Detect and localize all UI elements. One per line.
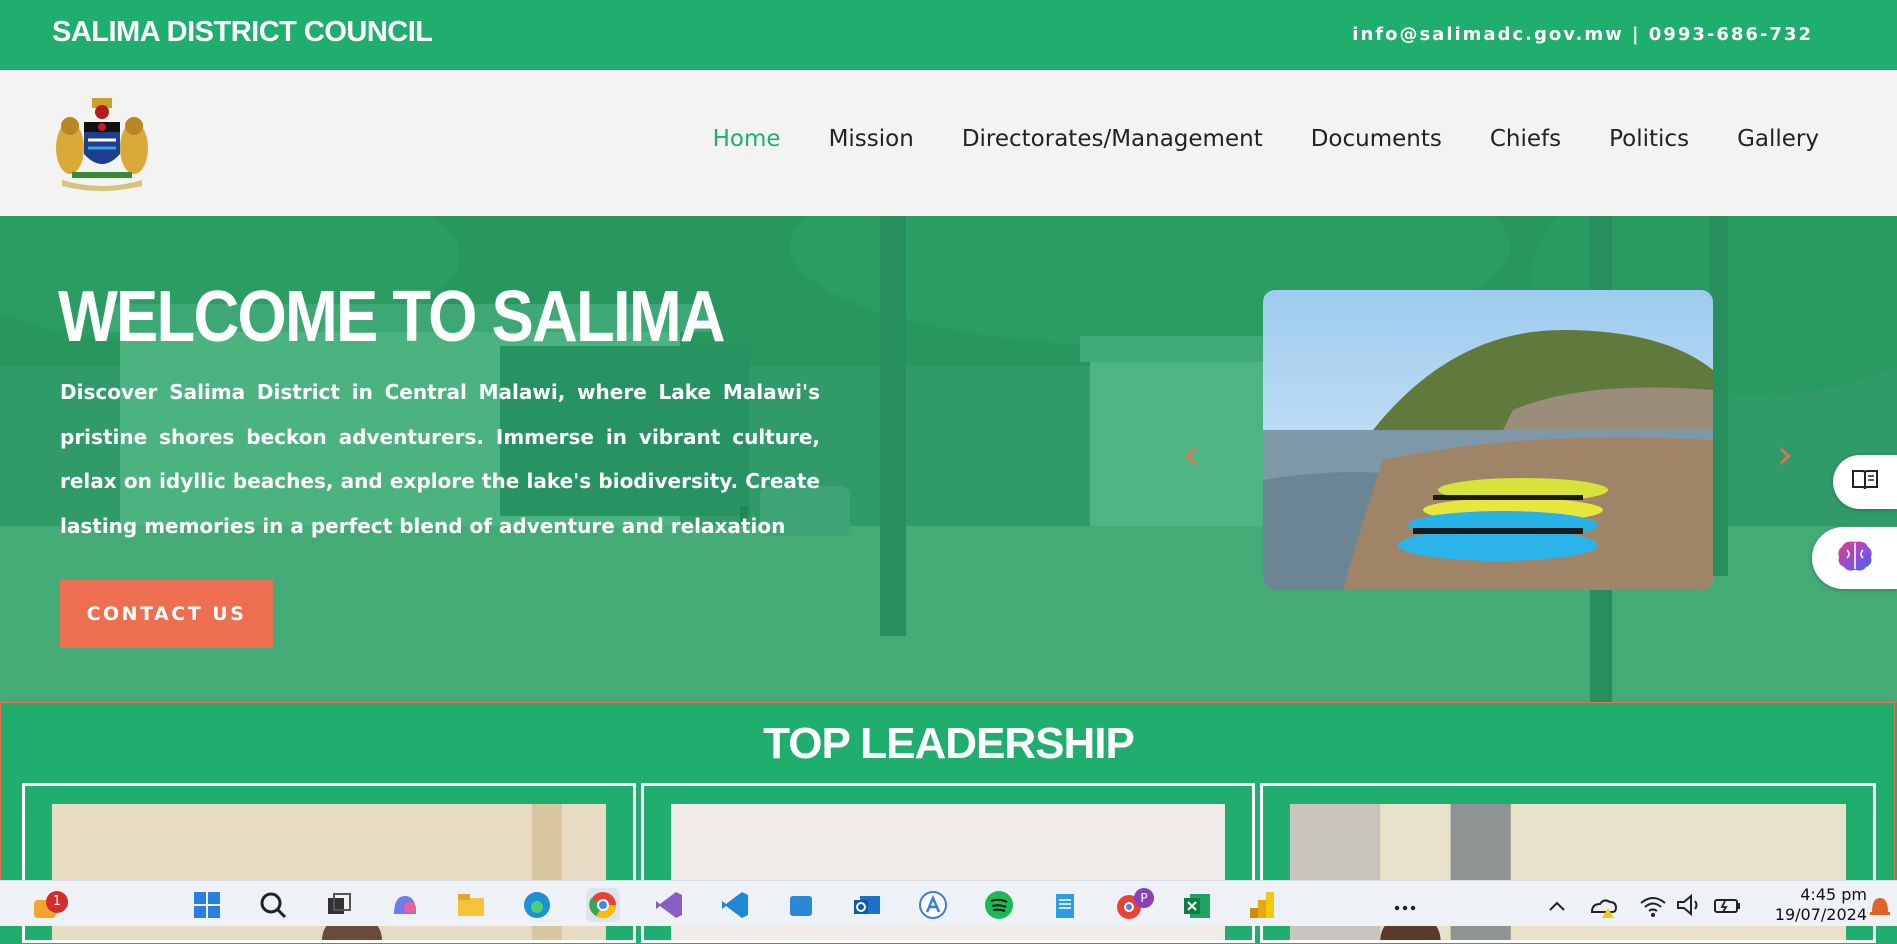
nav-home[interactable]: Home: [713, 126, 781, 152]
hero-title: WELCOME TO SALIMA: [58, 277, 726, 357]
nav-politics[interactable]: Politics: [1609, 126, 1689, 152]
carousel-next-arrow[interactable]: ›: [1768, 434, 1802, 476]
contact-us-button[interactable]: CONTACT US: [60, 580, 273, 648]
chevron-up-icon[interactable]: [1540, 888, 1574, 922]
clock-time: 4:45 pm: [1800, 885, 1867, 904]
search-icon[interactable]: [256, 888, 290, 922]
app-store-a-icon[interactable]: [916, 888, 950, 922]
copilot-icon[interactable]: [388, 888, 422, 922]
profile-badge: P: [1134, 888, 1154, 908]
notification-badge: 1: [46, 891, 68, 913]
onedrive-warning-icon[interactable]: [1586, 888, 1620, 922]
store-app-icon[interactable]: [784, 888, 818, 922]
chrome-browser-icon[interactable]: [586, 888, 620, 922]
more-icon[interactable]: [1388, 888, 1422, 922]
outlook-icon[interactable]: [850, 888, 884, 922]
carousel-prev-arrow[interactable]: ‹: [1174, 434, 1208, 476]
coat-of-arms-logo[interactable]: [52, 96, 152, 194]
carousel-slide-image: [1263, 290, 1713, 590]
notepad-icon[interactable]: [1048, 888, 1082, 922]
nav-gallery[interactable]: Gallery: [1737, 126, 1819, 152]
hero-section: WELCOME TO SALIMA Discover Salima Distri…: [0, 216, 1897, 702]
nav-chiefs[interactable]: Chiefs: [1490, 126, 1561, 152]
task-view-icon[interactable]: [322, 888, 356, 922]
nav-directorates-management[interactable]: Directorates/Management: [962, 126, 1263, 152]
brain-icon: [1835, 538, 1875, 578]
ai-assistant-button[interactable]: [1812, 527, 1897, 589]
section-title: TOP LEADERSHIP: [763, 719, 1135, 768]
site-brand[interactable]: SALIMA DISTRICT COUNCIL: [52, 16, 433, 49]
clock[interactable]: 4:45 pm 19/07/2024: [1775, 885, 1867, 925]
nav-documents[interactable]: Documents: [1311, 126, 1442, 152]
primary-nav: Home Mission Directorates/Management Doc…: [665, 126, 1819, 152]
excel-icon[interactable]: [1180, 888, 1214, 922]
reader-mode-button[interactable]: [1833, 455, 1897, 509]
visual-studio-icon[interactable]: [652, 888, 686, 922]
reader-mode-icon: [1850, 467, 1880, 497]
windows-taskbar: 1 P 4:45 pm 19/07/2024: [0, 880, 1897, 926]
power-bi-icon[interactable]: [1246, 888, 1280, 922]
wifi-icon[interactable]: [1636, 888, 1670, 922]
file-explorer-icon[interactable]: [454, 888, 488, 922]
top-bar: SALIMA DISTRICT COUNCIL info@salimadc.go…: [0, 0, 1897, 70]
contact-info: info@salimadc.gov.mw | 0993-686-732: [1352, 24, 1813, 45]
battery-icon[interactable]: [1710, 888, 1744, 922]
nav-mission[interactable]: Mission: [829, 126, 914, 152]
spotify-icon[interactable]: [982, 888, 1016, 922]
hero-description: Discover Salima District in Central Mala…: [60, 380, 820, 538]
windows-start-icon[interactable]: [190, 888, 224, 922]
vscode-icon[interactable]: [718, 888, 752, 922]
clock-date: 19/07/2024: [1774, 905, 1867, 924]
main-navbar: Home Mission Directorates/Management Doc…: [0, 70, 1897, 216]
volume-icon[interactable]: [1672, 888, 1706, 922]
notification-bell-icon[interactable]: [1866, 888, 1894, 922]
edge-browser-icon[interactable]: [520, 888, 554, 922]
